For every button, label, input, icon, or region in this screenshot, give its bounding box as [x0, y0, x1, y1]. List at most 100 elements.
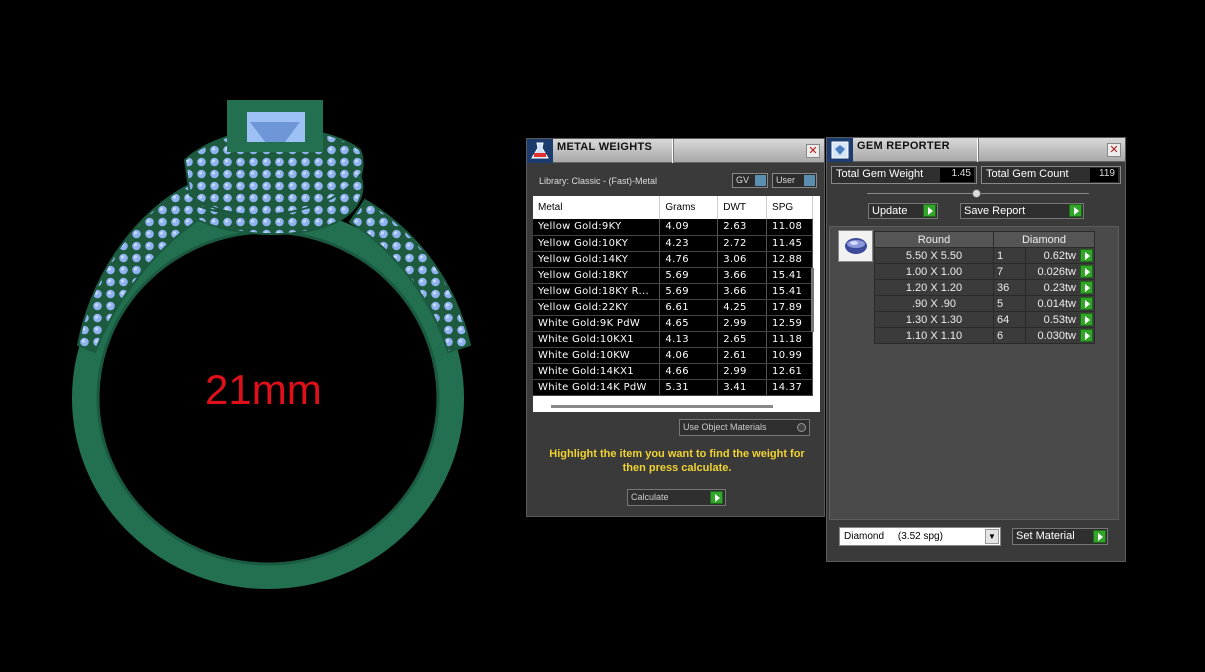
- gem-row[interactable]: 1.20 X 1.20 36 0.23tw: [874, 279, 1095, 296]
- grams-cell: 5.69: [659, 283, 719, 300]
- gem-weight-cell: 0.014tw: [1025, 295, 1095, 312]
- gem-row[interactable]: 1.30 X 1.30 64 0.53tw: [874, 311, 1095, 328]
- play-arrow-icon[interactable]: [1080, 297, 1093, 310]
- dwt-cell: 2.72: [717, 235, 768, 252]
- metal-name-cell: Yellow Gold:22KY: [533, 299, 661, 316]
- play-arrow-icon[interactable]: [1080, 281, 1093, 294]
- play-arrow-icon[interactable]: [1080, 265, 1093, 278]
- play-arrow-icon: [923, 204, 936, 217]
- column-header-dwt[interactable]: DWT: [717, 196, 768, 219]
- calculate-button[interactable]: Calculate: [627, 489, 726, 506]
- library-label: Library: Classic - (Fast)-Metal: [539, 176, 658, 186]
- save-report-button[interactable]: Save Report: [960, 203, 1084, 219]
- grams-cell: 4.66: [659, 363, 719, 380]
- play-arrow-icon: [710, 491, 723, 504]
- gem-weight-cell: 0.026tw: [1025, 263, 1095, 280]
- dwt-cell: 4.25: [717, 299, 768, 316]
- metal-weights-titlebar[interactable]: METAL WEIGHTS ✕: [527, 139, 824, 163]
- toggle-icon: [804, 175, 815, 186]
- material-dropdown-value: Diamond (3.52 spg): [844, 531, 943, 542]
- gem-count-cell: 64: [993, 311, 1026, 328]
- spg-cell: 11.45: [766, 235, 813, 252]
- spg-cell: 15.41: [766, 267, 813, 284]
- user-toggle-label: User: [776, 175, 796, 185]
- dwt-cell: 2.65: [717, 331, 768, 348]
- horizontal-scrollbar[interactable]: [551, 405, 773, 408]
- play-arrow-icon[interactable]: [1080, 329, 1093, 342]
- material-dropdown[interactable]: Diamond (3.52 spg) ▼: [839, 527, 1001, 546]
- metal-row[interactable]: Yellow Gold:9KY 4.09 2.63 11.08: [533, 219, 813, 236]
- gem-weight-value: 0.014tw: [1037, 297, 1076, 310]
- gem-size-cell: 1.00 X 1.00: [874, 263, 994, 280]
- grams-cell: 4.23: [659, 235, 719, 252]
- grams-cell: 4.06: [659, 347, 719, 364]
- panel-title: GEM REPORTER: [857, 140, 950, 152]
- column-header-metal[interactable]: Metal: [533, 196, 661, 219]
- metal-row[interactable]: White Gold:9K PdW 4.65 2.99 12.59: [533, 315, 813, 332]
- gem-row[interactable]: 1.10 X 1.10 6 0.030tw: [874, 327, 1095, 344]
- grams-cell: 4.76: [659, 251, 719, 268]
- ring-illustration: [72, 100, 472, 589]
- metal-row[interactable]: Yellow Gold:22KY 6.61 4.25 17.89: [533, 299, 813, 316]
- metal-row[interactable]: White Gold:14K PdW 5.31 3.41 14.37: [533, 379, 813, 396]
- gem-size-cell: .90 X .90: [874, 295, 994, 312]
- metal-name-cell: Yellow Gold:10KY: [533, 235, 661, 252]
- total-gem-count-box: Total Gem Count 119: [981, 166, 1121, 184]
- vertical-scrollbar[interactable]: [811, 268, 814, 332]
- gem-count-cell: 36: [993, 279, 1026, 296]
- gem-reporter-titlebar[interactable]: GEM REPORTER ✕: [827, 138, 1125, 162]
- metal-row[interactable]: Yellow Gold:14KY 4.76 3.06 12.88: [533, 251, 813, 268]
- column-header-spg[interactable]: SPG: [766, 196, 813, 219]
- save-report-label: Save Report: [964, 205, 1026, 217]
- metal-row[interactable]: White Gold:10KW 4.06 2.61 10.99: [533, 347, 813, 364]
- spg-cell: 11.18: [766, 331, 813, 348]
- grams-cell: 4.65: [659, 315, 719, 332]
- gem-size-cell: 1.10 X 1.10: [874, 327, 994, 344]
- set-material-button[interactable]: Set Material: [1012, 528, 1108, 545]
- dwt-cell: 2.61: [717, 347, 768, 364]
- metal-row[interactable]: Yellow Gold:18KY 5.69 3.66 15.41: [533, 267, 813, 284]
- metal-name-cell: White Gold:14K PdW: [533, 379, 661, 396]
- gem-weight-value: 0.030tw: [1037, 329, 1076, 342]
- user-toggle[interactable]: User: [772, 173, 817, 188]
- gem-weight-value: 0.026tw: [1037, 265, 1076, 278]
- grams-cell: 5.69: [659, 267, 719, 284]
- play-arrow-icon[interactable]: [1080, 249, 1093, 262]
- update-button[interactable]: Update: [868, 203, 938, 219]
- metal-row[interactable]: Yellow Gold:18KY R... 5.69 3.66 15.41: [533, 283, 813, 300]
- metal-row[interactable]: White Gold:10KX1 4.13 2.65 11.18: [533, 331, 813, 348]
- total-gem-count-value: 119: [1090, 168, 1118, 182]
- gem-row[interactable]: .90 X .90 5 0.014tw: [874, 295, 1095, 312]
- round-diamond-thumbnail[interactable]: [838, 230, 873, 262]
- dwt-cell: 3.66: [717, 283, 768, 300]
- spg-cell: 15.41: [766, 283, 813, 300]
- gem-row[interactable]: 5.50 X 5.50 1 0.62tw: [874, 247, 1095, 264]
- column-header-grams[interactable]: Grams: [659, 196, 719, 219]
- grams-cell: 4.09: [659, 219, 719, 236]
- metal-row[interactable]: White Gold:14KX1 4.66 2.99 12.61: [533, 363, 813, 380]
- dwt-cell: 2.99: [717, 363, 768, 380]
- metal-name-cell: Yellow Gold:9KY: [533, 219, 661, 236]
- metal-weights-panel: METAL WEIGHTS ✕ Library: Classic - (Fast…: [526, 138, 825, 517]
- grams-cell: 4.13: [659, 331, 719, 348]
- gv-toggle[interactable]: GV: [732, 173, 768, 188]
- dwt-cell: 3.66: [717, 267, 768, 284]
- close-icon[interactable]: ✕: [1107, 143, 1121, 157]
- radio-icon: [797, 423, 806, 432]
- total-gem-count-label: Total Gem Count: [986, 168, 1069, 180]
- spg-cell: 12.61: [766, 363, 813, 380]
- dwt-cell: 2.99: [717, 315, 768, 332]
- metal-name-cell: White Gold:10KW: [533, 347, 661, 364]
- metal-row[interactable]: Yellow Gold:10KY 4.23 2.72 11.45: [533, 235, 813, 252]
- play-arrow-icon[interactable]: [1080, 313, 1093, 326]
- use-object-materials-toggle[interactable]: Use Object Materials: [679, 419, 810, 436]
- gem-row[interactable]: 1.00 X 1.00 7 0.026tw: [874, 263, 1095, 280]
- total-gem-weight-label: Total Gem Weight: [836, 168, 924, 180]
- gem-size-cell: 5.50 X 5.50: [874, 247, 994, 264]
- metal-table: Metal Grams DWT SPG Yellow Gold:9KY 4.09 2…: [533, 196, 820, 412]
- close-icon[interactable]: ✕: [806, 144, 820, 158]
- dwt-cell: 3.06: [717, 251, 768, 268]
- flask-icon: [527, 139, 553, 163]
- splitter-handle[interactable]: [972, 189, 981, 198]
- gem-shape-header: Round: [874, 231, 994, 248]
